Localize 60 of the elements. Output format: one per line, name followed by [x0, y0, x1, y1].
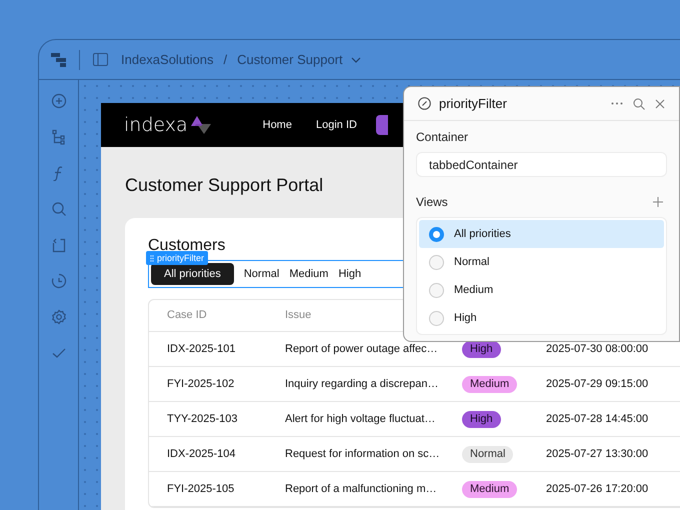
table-cell-text: Request for information on sc… — [284, 446, 441, 462]
filter-tab[interactable]: All priorities — [151, 263, 234, 285]
table-cell-text: FYI-2025-102 — [166, 376, 236, 392]
container-field[interactable]: tabbedContainer — [416, 152, 667, 177]
table-cell-text: 2025-07-27 13:30:00 — [546, 446, 650, 462]
views-label: Views — [416, 194, 448, 211]
table-cell-text: 2025-07-26 17:20:00 — [546, 482, 650, 497]
radio-button[interactable] — [429, 226, 444, 242]
view-option[interactable]: High — [419, 304, 664, 332]
table-cell-text: TYY-2025-103 — [166, 412, 239, 427]
priority-tag: Medium — [462, 376, 518, 392]
table-cell-text: IDX-2025-104 — [166, 446, 236, 462]
filter-tab[interactable]: Normal — [244, 263, 280, 285]
header-button[interactable] — [376, 115, 388, 135]
tree-icon[interactable] — [50, 129, 66, 145]
column-header: Case ID — [167, 309, 207, 322]
close-icon[interactable] — [655, 98, 665, 108]
add-icon[interactable] — [50, 93, 66, 109]
table-cell-text: Report of a malfunctioning m… — [284, 482, 438, 497]
column-header: Issue — [285, 309, 312, 322]
nav-link[interactable]: Login ID — [316, 116, 357, 134]
app-logo-icon[interactable] — [50, 50, 68, 68]
radio-button[interactable] — [429, 254, 444, 270]
nav-link[interactable]: Home — [262, 116, 292, 134]
priority-tag: Normal — [462, 446, 514, 462]
drag-handle-icon[interactable] — [150, 254, 154, 262]
table-cell-text: 2025-07-29 09:15:00 — [546, 376, 650, 392]
compass-icon — [418, 97, 431, 110]
table-cell-text: Report of power outage affec… — [284, 342, 439, 357]
table-cell-text: FYI-2025-105 — [166, 482, 236, 497]
code-file-icon[interactable] — [50, 237, 66, 253]
panel-title: priorityFilter — [439, 94, 507, 113]
priority-tag: Medium — [462, 480, 518, 498]
radio-button[interactable] — [429, 282, 444, 298]
view-option[interactable]: All priorities — [419, 220, 664, 248]
search-icon[interactable] — [50, 201, 66, 217]
table-cell-text: IDX-2025-101 — [166, 342, 236, 357]
filter-tab[interactable]: High — [338, 263, 362, 285]
table-cell-text: 2025-07-30 08:00:00 — [546, 342, 650, 357]
more-icon[interactable] — [611, 102, 623, 105]
table-cell-text: 2025-07-28 14:45:00 — [546, 412, 650, 427]
brand-logo: indexa — [124, 112, 188, 138]
view-option[interactable]: Normal — [419, 248, 664, 276]
history-icon[interactable] — [50, 273, 66, 289]
breadcrumb-separator: / — [224, 50, 228, 69]
table-cell-text: Inquiry regarding a discrepan… — [284, 376, 440, 392]
search-icon[interactable] — [633, 98, 645, 110]
add-icon[interactable] — [653, 197, 663, 207]
settings-icon[interactable] — [50, 309, 66, 325]
chevron-down-icon[interactable] — [350, 56, 361, 62]
view-option[interactable]: Medium — [419, 276, 664, 304]
field-label: Container — [416, 129, 470, 146]
triangle-logo-icon — [190, 115, 212, 135]
sidebar-toggle-icon[interactable] — [93, 53, 108, 66]
filter-tab[interactable]: Medium — [289, 263, 328, 285]
radio-button[interactable] — [429, 310, 444, 326]
priority-tag: High — [462, 410, 501, 428]
table-cell-text: Alert for high voltage fluctuat… — [284, 412, 436, 427]
page-title: Customer Support Portal — [125, 174, 324, 196]
selection-tag-label: priorityFilter — [157, 252, 204, 265]
